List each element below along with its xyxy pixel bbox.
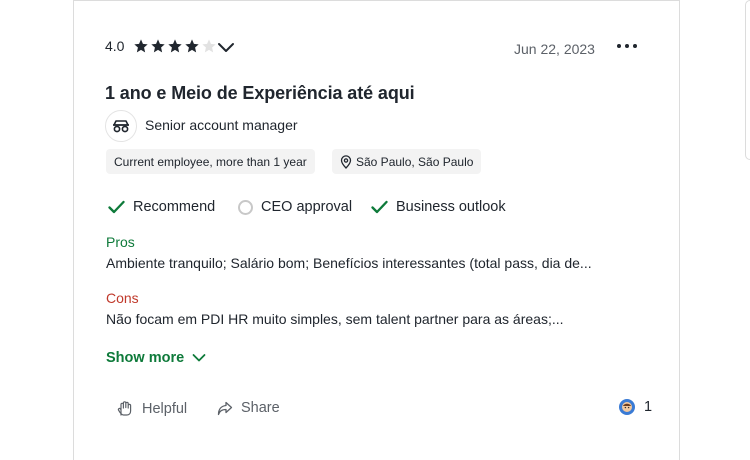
employer-avatar [105, 110, 137, 142]
pros-heading: Pros [106, 234, 135, 250]
review-title[interactable]: 1 ano e Meio de Experiência até aqui [105, 83, 415, 104]
show-more-button[interactable]: Show more [106, 350, 206, 366]
employment-status-label: Current employee, more than 1 year [114, 154, 307, 169]
recommend-label: Recommend [133, 199, 216, 215]
star-icon [134, 39, 148, 53]
empty-circle-icon [238, 199, 253, 215]
employment-status-chip: Current employee, more than 1 year [106, 149, 315, 174]
reaction-icon [619, 399, 635, 415]
ceo-approval-flag: CEO approval [238, 197, 352, 217]
reviewer-role: Senior account manager [145, 117, 298, 133]
cons-text: Não focam em PDI HR muito simples, sem t… [106, 311, 564, 327]
star-icon [202, 39, 216, 53]
more-icon [617, 44, 621, 48]
ceo-approval-label: CEO approval [261, 199, 353, 215]
check-icon [371, 200, 388, 214]
more-options-button[interactable] [617, 44, 637, 48]
recommend-flag: Recommend [108, 197, 215, 217]
location-chip: São Paulo, São Paulo [332, 149, 482, 174]
rating-value: 4.0 [105, 38, 125, 54]
reaction-count: 1 [644, 399, 653, 415]
share-icon [217, 401, 233, 415]
share-button[interactable]: Share [217, 400, 280, 416]
rating-breakdown-toggle[interactable] [217, 41, 235, 59]
chevron-down-icon [218, 43, 234, 52]
star-icon [151, 39, 165, 53]
reaction-summary[interactable]: 1 [619, 399, 652, 415]
star-rating [133, 36, 217, 56]
employer-icon [113, 120, 129, 133]
star-icon [185, 39, 199, 53]
location-pin-icon [340, 154, 352, 169]
adjacent-card-edge [745, 0, 750, 160]
pros-text: Ambiente tranquilo; Salário bom; Benefíc… [106, 255, 592, 271]
chevron-down-icon [192, 354, 206, 362]
helpful-button[interactable]: Helpful [117, 400, 187, 417]
star-icon [168, 39, 182, 53]
business-outlook-flag: Business outlook [371, 197, 506, 217]
share-label: Share [241, 400, 280, 416]
cons-heading: Cons [106, 290, 139, 306]
location-label: São Paulo, São Paulo [356, 154, 474, 169]
business-outlook-label: Business outlook [396, 199, 506, 215]
helpful-hand-icon [117, 401, 132, 416]
check-icon [108, 200, 125, 214]
review-date: Jun 22, 2023 [514, 41, 595, 57]
review-card [73, 0, 680, 460]
show-more-label: Show more [106, 350, 185, 366]
helpful-label: Helpful [142, 400, 188, 417]
